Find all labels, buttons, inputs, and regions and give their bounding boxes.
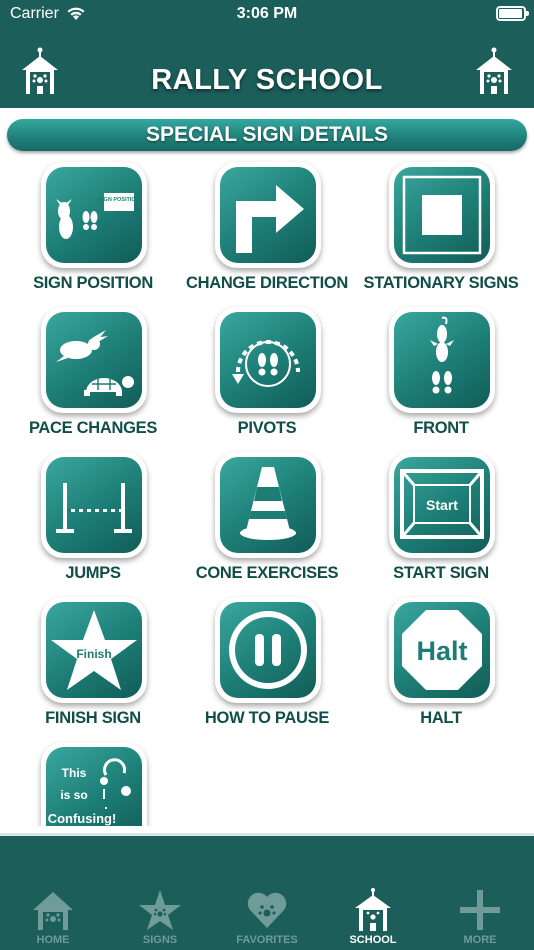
cone-icon: [240, 467, 296, 540]
tab-label: FAVORITES: [236, 934, 298, 946]
tab-bar: HOME SIGNS FAVORITES SCHOOL MORE: [0, 833, 534, 950]
tile-label: PIVOTS: [237, 419, 297, 437]
battery-icon: [496, 6, 529, 21]
tab-label: MORE: [463, 934, 497, 946]
schoolhouse-icon[interactable]: [474, 46, 514, 96]
tile-button[interactable]: This is so Confusing!: [41, 742, 147, 826]
app-title: RALLY SCHOOL: [151, 64, 383, 96]
tile-label: CONE EXERCISES: [195, 564, 339, 582]
plus-icon: [460, 890, 500, 930]
tab-more[interactable]: MORE: [440, 888, 520, 948]
tile-label: START SIGN: [393, 564, 489, 582]
tab-home[interactable]: HOME: [13, 888, 93, 948]
tile-label: SIGN POSITION: [33, 274, 153, 292]
tile-button[interactable]: Halt: [389, 597, 495, 703]
rabbit-turtle-icon: [56, 330, 134, 396]
tab-signs[interactable]: SIGNS: [120, 888, 200, 948]
nav-header: Carrier 3:06 PM RALLY SCHOOL: [0, 0, 534, 108]
start-sign-text: Start: [426, 497, 458, 513]
tile-label: JUMPS: [65, 564, 121, 582]
jump-icon: [56, 483, 132, 533]
tile-stationary-signs[interactable]: STATIONARY SIGNS: [354, 160, 528, 300]
sign-position-icon: SIGN POSITION: [56, 193, 140, 239]
tab-school[interactable]: SCHOOL: [333, 888, 413, 948]
tile-button[interactable]: [41, 452, 147, 558]
confusing-icon: This is so Confusing!: [48, 758, 131, 826]
tile-label: HOW TO PAUSE: [204, 709, 330, 727]
status-bar: Carrier 3:06 PM: [0, 0, 534, 30]
tile-label: HALT: [420, 709, 462, 727]
tile-label: FINISH SIGN: [45, 709, 141, 727]
tile-button[interactable]: Finish: [41, 597, 147, 703]
tile-label: STATIONARY SIGNS: [363, 274, 519, 292]
tile-cone-exercises[interactable]: CONE EXERCISES: [180, 450, 354, 590]
tile-halt[interactable]: Halt HALT: [354, 595, 528, 735]
tile-jumps[interactable]: JUMPS: [6, 450, 180, 590]
tile-button[interactable]: [41, 307, 147, 413]
finish-star-text: Finish: [76, 647, 111, 661]
heart-icon: [247, 892, 287, 928]
confusing-text-line1: This: [62, 766, 87, 780]
pause-icon: [229, 611, 307, 689]
clock: 3:06 PM: [236, 5, 298, 22]
sign-position-icon-text: SIGN POSITION: [98, 197, 139, 203]
schoolhouse-icon: [355, 888, 391, 931]
start-sign-icon: Start: [400, 469, 484, 539]
finish-star-icon: Finish: [51, 610, 137, 690]
tile-label: FRONT: [413, 419, 469, 437]
dog-front-icon: [430, 316, 454, 394]
tile-button[interactable]: [389, 162, 495, 268]
tile-pace-changes[interactable]: PACE CHANGES: [6, 305, 180, 445]
tile-start-sign[interactable]: Start START SIGN: [354, 450, 528, 590]
screen: Carrier 3:06 PM RALLY SCHOOL SPECIAL SIG…: [0, 0, 534, 950]
tile-button[interactable]: Start: [389, 452, 495, 558]
star-icon: [139, 890, 181, 930]
tile-button[interactable]: [215, 452, 321, 558]
square-icon: [402, 175, 482, 255]
tile-confusing[interactable]: This is so Confusing!: [6, 740, 180, 826]
tile-pivots[interactable]: PIVOTS: [180, 305, 354, 445]
tab-label: HOME: [36, 934, 70, 946]
sign-grid: SIGN POSITION SIGN POSITION CHANGE DIREC…: [0, 160, 534, 826]
halt-text: Halt: [416, 636, 467, 666]
confusing-text-line3: Confusing!: [48, 811, 117, 826]
tile-button[interactable]: [389, 307, 495, 413]
tile-button[interactable]: [215, 162, 321, 268]
tab-label: SIGNS: [142, 934, 178, 946]
tab-label: SCHOOL: [349, 934, 397, 946]
halt-octagon-icon: Halt: [402, 610, 482, 690]
confusing-text-line2: is so: [60, 788, 87, 802]
tile-front[interactable]: FRONT: [354, 305, 528, 445]
tile-how-to-pause[interactable]: HOW TO PAUSE: [180, 595, 354, 735]
tile-finish-sign[interactable]: Finish FINISH SIGN: [6, 595, 180, 735]
tile-label: CHANGE DIRECTION: [185, 274, 349, 292]
tile-button[interactable]: [215, 597, 321, 703]
tile-change-direction[interactable]: CHANGE DIRECTION: [180, 160, 354, 300]
section-title-banner: SPECIAL SIGN DETAILS: [7, 119, 527, 151]
tab-favorites[interactable]: FAVORITES: [227, 888, 307, 948]
tile-button[interactable]: SIGN POSITION: [41, 162, 147, 268]
tile-sign-position[interactable]: SIGN POSITION SIGN POSITION: [6, 160, 180, 300]
pivot-icon: [232, 340, 300, 387]
turn-arrow-icon: [236, 185, 304, 253]
tile-label: PACE CHANGES: [28, 419, 158, 437]
tile-button[interactable]: [215, 307, 321, 413]
home-icon: [33, 892, 73, 930]
